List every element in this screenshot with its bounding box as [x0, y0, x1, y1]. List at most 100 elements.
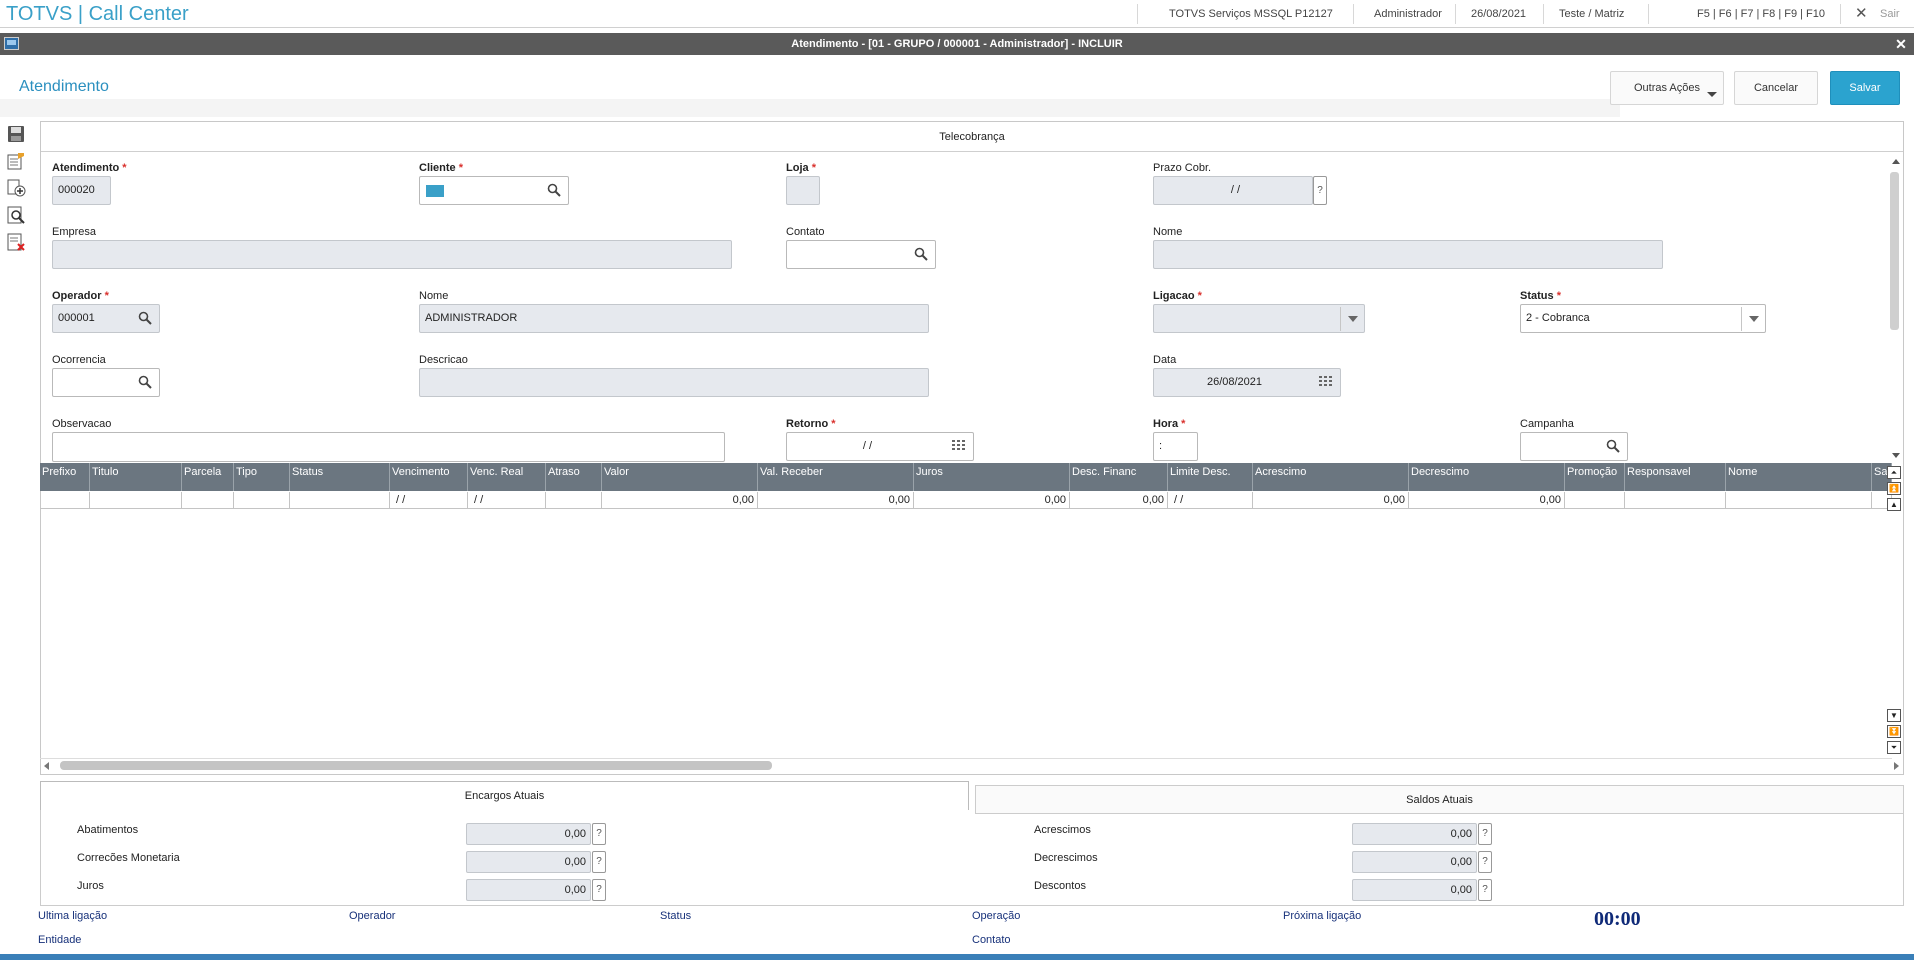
scroll-left-icon[interactable]	[44, 762, 49, 770]
correcoes-field[interactable]: 0,00	[466, 851, 591, 873]
grid-cell[interactable]	[182, 492, 234, 509]
grid-cell[interactable]: 0,00	[1409, 492, 1565, 509]
grid-cell[interactable]: / /	[390, 492, 468, 509]
grid-cell[interactable]	[234, 492, 290, 509]
grid-scroll-top-icon[interactable]: ⏶	[1887, 466, 1901, 479]
window-title: Atendimento - [01 - GRUPO / 000001 - Adm…	[791, 38, 1123, 50]
grid-header-cell[interactable]: Promoção	[1565, 463, 1625, 491]
grid-cell[interactable]	[90, 492, 182, 509]
grid-header-cell[interactable]: Titulo	[90, 463, 182, 491]
grid-header-cell[interactable]: Desc. Financ	[1070, 463, 1168, 491]
tab-telecobranca[interactable]: Telecobrança	[41, 122, 1903, 152]
grid-header-cell[interactable]: Venc. Real	[468, 463, 546, 491]
save-button[interactable]: Salvar	[1830, 71, 1900, 105]
cliente-search-icon[interactable]	[547, 183, 561, 197]
status-select[interactable]: 2 - Cobranca	[1520, 304, 1766, 333]
loja-field[interactable]	[786, 176, 820, 205]
retorno-field[interactable]: / /	[786, 432, 974, 461]
grid-cell[interactable]: 0,00	[914, 492, 1070, 509]
exit-button[interactable]: Sair	[1880, 8, 1900, 20]
grid-header-cell[interactable]: Responsavel	[1625, 463, 1726, 491]
grid-header-cell[interactable]: Limite Desc.	[1168, 463, 1253, 491]
acrescimos-help-button[interactable]: ?	[1478, 823, 1492, 845]
calendar-icon[interactable]	[951, 439, 967, 453]
prazo-cobr-label: Prazo Cobr.	[1153, 162, 1212, 174]
observacao-field[interactable]	[52, 432, 725, 462]
grid-header-cell[interactable]: Atraso	[546, 463, 602, 491]
grid-header-cell[interactable]: Decrescimo	[1409, 463, 1565, 491]
top-bar: TOTVS | Call Center TOTVS Serviços MSSQL…	[0, 0, 1914, 28]
abatimentos-field[interactable]: 0,00	[466, 823, 591, 845]
acrescimos-field[interactable]: 0,00	[1352, 823, 1477, 845]
nome-operador-field[interactable]: ADMINISTRADOR	[419, 304, 929, 333]
grid-cell[interactable]	[1565, 492, 1625, 509]
juros-help-button[interactable]: ?	[592, 879, 606, 901]
grid-page-down-icon[interactable]: ⏬	[1887, 725, 1901, 738]
calendar-icon[interactable]	[1318, 375, 1334, 389]
descontos-help-button[interactable]: ?	[1478, 879, 1492, 901]
empresa-field[interactable]	[52, 240, 732, 269]
delete-document-icon[interactable]	[6, 232, 26, 252]
grid-cell[interactable]: / /	[468, 492, 546, 509]
tab-encargos-atuais[interactable]: Encargos Atuais	[40, 781, 969, 810]
scroll-up-icon[interactable]	[1892, 159, 1900, 164]
branch-label[interactable]: Teste / Matriz	[1559, 8, 1624, 20]
hora-field[interactable]: :	[1153, 432, 1198, 461]
grid-cell[interactable]: / /	[1168, 492, 1253, 509]
grid-cell[interactable]: 0,00	[1253, 492, 1409, 509]
scroll-right-icon[interactable]	[1894, 762, 1899, 770]
grid-header-cell[interactable]: Acrescimo	[1253, 463, 1409, 491]
grid-header-cell[interactable]: Status	[290, 463, 390, 491]
grid-cell[interactable]: 0,00	[1070, 492, 1168, 509]
grid-header-cell[interactable]: Val. Receber	[758, 463, 914, 491]
descontos-field[interactable]: 0,00	[1352, 879, 1477, 901]
descricao-field[interactable]	[419, 368, 929, 397]
grid-cell[interactable]	[40, 492, 90, 509]
grid-cell[interactable]	[290, 492, 390, 509]
grid-cell[interactable]	[546, 492, 602, 509]
prazo-cobr-field[interactable]: / /	[1153, 176, 1313, 205]
data-field[interactable]: 26/08/2021	[1153, 368, 1341, 397]
grid-cell[interactable]: 0,00	[602, 492, 758, 509]
nome-contato-field[interactable]	[1153, 240, 1663, 269]
grid-header-cell[interactable]: Vencimento	[390, 463, 468, 491]
decrescimos-help-button[interactable]: ?	[1478, 851, 1492, 873]
save-icon[interactable]	[6, 124, 26, 144]
edit-note-icon[interactable]	[6, 151, 26, 171]
juros-field[interactable]: 0,00	[466, 879, 591, 901]
window-titlebar: Atendimento - [01 - GRUPO / 000001 - Adm…	[0, 33, 1914, 55]
add-record-icon[interactable]	[6, 178, 26, 198]
grid-cell[interactable]	[1625, 492, 1726, 509]
grid-header-cell[interactable]: Prefixo	[40, 463, 90, 491]
cancel-button[interactable]: Cancelar	[1734, 71, 1818, 105]
form-scroll-thumb[interactable]	[1890, 172, 1899, 330]
correcoes-help-button[interactable]: ?	[592, 851, 606, 873]
window-close-icon[interactable]: ✕	[1893, 36, 1909, 52]
grid-header-cell[interactable]: Juros	[914, 463, 1070, 491]
grid-cell[interactable]: 0,00	[758, 492, 914, 509]
grid-scroll-up-icon[interactable]: ▲	[1887, 498, 1901, 511]
environment-label: TOTVS Serviços MSSQL P12127	[1169, 8, 1333, 20]
operador-search-icon[interactable]	[138, 311, 152, 325]
grid-header-cell[interactable]: Valor	[602, 463, 758, 491]
zoom-document-icon[interactable]	[6, 205, 26, 225]
campanha-search-icon[interactable]	[1606, 439, 1620, 453]
grid-cell[interactable]	[1726, 492, 1872, 509]
grid-header-cell[interactable]: Tipo	[234, 463, 290, 491]
grid-page-up-icon[interactable]: ⏫	[1887, 482, 1901, 495]
decrescimos-field[interactable]: 0,00	[1352, 851, 1477, 873]
contato-search-icon[interactable]	[914, 247, 928, 261]
other-actions-button[interactable]: Outras Ações	[1610, 71, 1724, 105]
ligacao-select[interactable]	[1153, 304, 1365, 333]
grid-scroll-bottom-icon[interactable]: ⏷	[1887, 741, 1901, 754]
grid-scroll-down-icon[interactable]: ▼	[1887, 709, 1901, 722]
ocorrencia-search-icon[interactable]	[138, 375, 152, 389]
grid-horizontal-thumb[interactable]	[60, 761, 772, 770]
prazo-help-button[interactable]: ?	[1313, 176, 1327, 205]
grid-header-cell[interactable]: Nome	[1726, 463, 1872, 491]
grid-header-cell[interactable]: Parcela	[182, 463, 234, 491]
scroll-down-icon[interactable]	[1892, 453, 1900, 458]
atendimento-field[interactable]: 000020	[52, 176, 111, 205]
abatimentos-help-button[interactable]: ?	[592, 823, 606, 845]
exit-icon[interactable]: ✕	[1855, 4, 1868, 22]
